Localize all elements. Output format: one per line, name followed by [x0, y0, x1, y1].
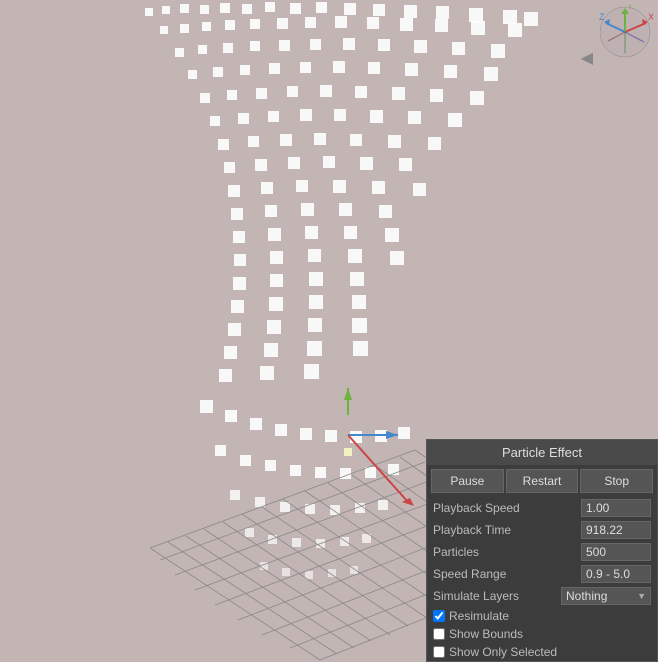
- speed-range-row: Speed Range 0.9 - 5.0: [427, 563, 657, 585]
- back-arrow[interactable]: ◀: [581, 48, 593, 68]
- orientation-gizmo: X Y Z: [598, 5, 653, 60]
- simulate-layers-dropdown[interactable]: Nothing: [561, 587, 651, 605]
- show-only-selected-label: Show Only Selected: [449, 645, 557, 659]
- speed-range-label: Speed Range: [433, 567, 581, 581]
- particles-value: 500: [581, 543, 651, 561]
- particles-row: Particles 500: [427, 541, 657, 563]
- pause-button[interactable]: Pause: [431, 469, 504, 493]
- stop-button[interactable]: Stop: [580, 469, 653, 493]
- resimulate-label: Resimulate: [449, 609, 509, 623]
- panel-title: Particle Effect: [427, 440, 657, 465]
- playback-speed-row: Playback Speed 1.00: [427, 497, 657, 519]
- particle-effect-panel: Particle Effect Pause Restart Stop Playb…: [426, 439, 658, 662]
- svg-text:Y: Y: [627, 5, 633, 11]
- simulate-layers-value: Nothing: [566, 589, 607, 603]
- svg-text:X: X: [648, 12, 653, 22]
- playback-speed-label: Playback Speed: [433, 501, 581, 515]
- particles-label: Particles: [433, 545, 581, 559]
- playback-time-row: Playback Time 918.22: [427, 519, 657, 541]
- show-bounds-label: Show Bounds: [449, 627, 523, 641]
- playback-time-label: Playback Time: [433, 523, 581, 537]
- simulate-layers-row: Simulate Layers Nothing: [427, 585, 657, 607]
- show-bounds-row: Show Bounds: [427, 625, 657, 643]
- show-only-selected-row: Show Only Selected: [427, 643, 657, 661]
- restart-button[interactable]: Restart: [506, 469, 579, 493]
- speed-range-value: 0.9 - 5.0: [581, 565, 651, 583]
- panel-buttons: Pause Restart Stop: [427, 465, 657, 497]
- simulate-layers-label: Simulate Layers: [433, 589, 561, 603]
- playback-time-value: 918.22: [581, 521, 651, 539]
- resimulate-checkbox[interactable]: [433, 610, 445, 622]
- show-bounds-checkbox[interactable]: [433, 628, 445, 640]
- playback-speed-value: 1.00: [581, 499, 651, 517]
- resimulate-row: Resimulate: [427, 607, 657, 625]
- svg-text:Z: Z: [599, 12, 605, 22]
- show-only-selected-checkbox[interactable]: [433, 646, 445, 658]
